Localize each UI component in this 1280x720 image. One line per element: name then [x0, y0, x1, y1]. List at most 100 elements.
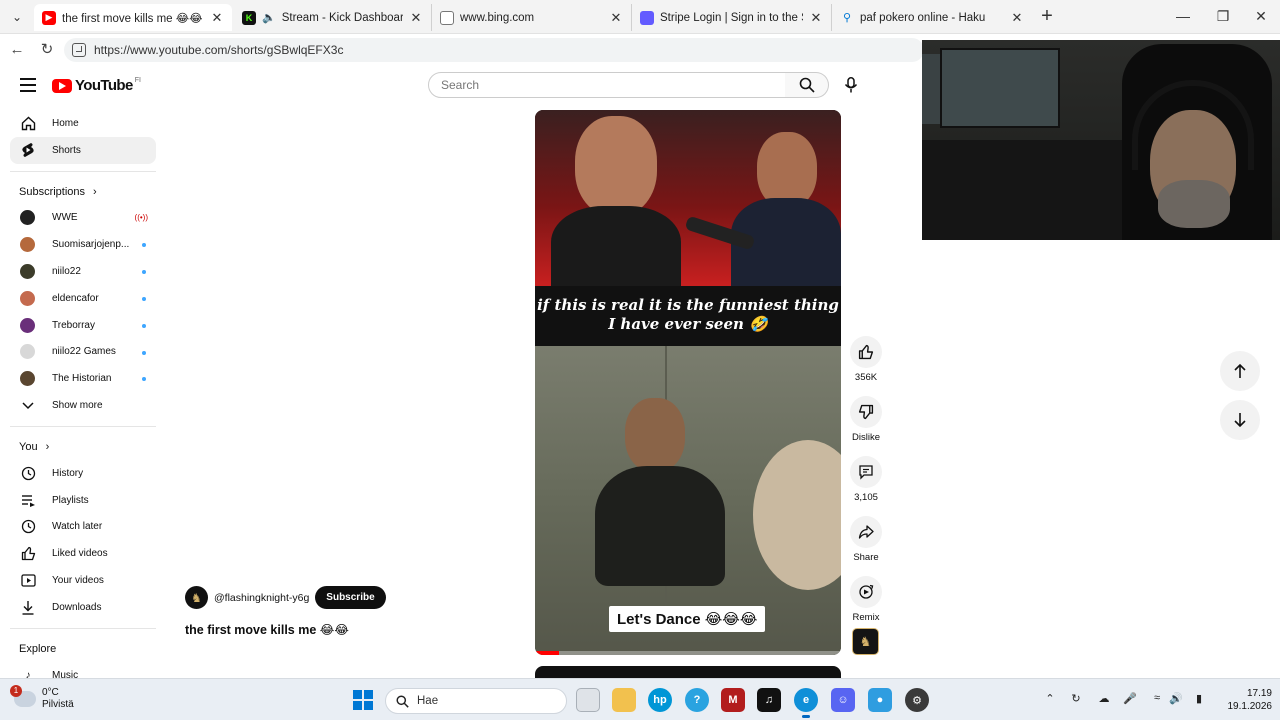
you-header[interactable]: You ›	[10, 434, 156, 460]
menu-icon[interactable]	[20, 78, 36, 92]
close-tab-icon[interactable]: ✕	[609, 10, 623, 26]
subscription-item[interactable]: eldencafor	[10, 285, 156, 312]
speaker-muted-icon[interactable]: 🔈	[262, 11, 276, 24]
short-video-player[interactable]: if this is real it is the funniest thing…	[535, 110, 841, 655]
new-tab-button[interactable]: +	[1036, 5, 1058, 27]
hp-icon[interactable]: hp	[648, 688, 672, 712]
tab-actions-chevron-icon[interactable]: ⌄	[6, 7, 28, 27]
subscription-item[interactable]: Treborray	[10, 312, 156, 339]
sidebar-item-liked-videos[interactable]: Liked videos	[10, 540, 156, 567]
restore-button[interactable]: ❐	[1206, 6, 1240, 26]
tab-kick[interactable]: K 🔈 Stream - Kick Dashboard ✕	[234, 4, 432, 31]
volume-icon[interactable]: 🔊	[1167, 692, 1185, 708]
subscription-item[interactable]: WWE ((•))	[10, 205, 156, 232]
share-button[interactable]: Share	[848, 516, 884, 563]
next-short-preview[interactable]	[535, 666, 841, 678]
video-overlay-text: if this is real it is the funniest thing…	[535, 286, 841, 346]
sidebar-item-downloads[interactable]: Downloads	[10, 594, 156, 621]
subscribe-button[interactable]: Subscribe	[315, 586, 386, 609]
channel-avatar[interactable]: ♞	[185, 586, 208, 609]
tab-bing[interactable]: www.bing.com ✕	[432, 4, 632, 31]
sync-icon[interactable]: ↻	[1067, 692, 1085, 708]
subscriptions-header[interactable]: Subscriptions ›	[10, 179, 156, 205]
like-button[interactable]: 356K	[848, 336, 884, 383]
stripe-icon	[640, 10, 654, 25]
sidebar-item-your-videos[interactable]: Your videos	[10, 567, 156, 594]
copilot-icon[interactable]: ?	[685, 688, 709, 712]
youtube-logo[interactable]: YouTube FI	[52, 77, 141, 94]
sidebar-item-history[interactable]: History	[10, 460, 156, 487]
subscription-item[interactable]: niilo22 Games	[10, 339, 156, 366]
avatar	[20, 264, 35, 280]
search-icon: ⚲	[842, 12, 852, 24]
sidebar-item-label: Your videos	[52, 575, 104, 587]
tab-youtube[interactable]: ▶ the first move kills me 😂😂 - YouTube ✕	[34, 4, 232, 31]
cloud-icon[interactable]: ☁	[1095, 692, 1113, 708]
remix-button[interactable]: Remix	[848, 576, 884, 623]
next-short-button[interactable]	[1220, 400, 1260, 440]
subscription-item[interactable]: Suomisarjojenp...	[10, 231, 156, 258]
search-icon	[799, 77, 815, 93]
chevron-up-icon[interactable]: ⌃	[1041, 692, 1059, 708]
subscription-item[interactable]: The Historian	[10, 365, 156, 392]
channel-name[interactable]: @flashingknight-y6g	[214, 592, 309, 604]
video-progress-fill	[535, 651, 560, 655]
your-videos-icon	[20, 573, 36, 589]
show-more-button[interactable]: Show more	[10, 392, 156, 419]
search-button[interactable]	[785, 72, 829, 98]
music-icon: ♪	[25, 669, 31, 678]
sidebar-item-label: Downloads	[52, 601, 102, 613]
close-window-button[interactable]: ✕	[1244, 6, 1278, 26]
sound-source-avatar[interactable]: ♞	[852, 628, 879, 655]
video-caption: Let's Dance 😂😂😂	[609, 606, 766, 632]
chevron-right-icon: ›	[45, 440, 50, 453]
notification-badge: 1	[10, 685, 22, 697]
clock[interactable]: 17.19 19.1.2026	[1212, 687, 1273, 713]
sidebar-item-playlists[interactable]: Playlists	[10, 487, 156, 514]
task-view-icon[interactable]	[576, 688, 600, 712]
voice-search-button[interactable]	[838, 72, 864, 98]
site-info-icon[interactable]	[72, 43, 86, 57]
section-title: Explore	[19, 642, 57, 655]
sidebar-item-music[interactable]: ♪ Music	[10, 662, 156, 678]
taskbar-search[interactable]: Hae	[385, 688, 567, 714]
region-code: FI	[134, 77, 141, 84]
dislike-button[interactable]: Dislike	[848, 396, 884, 443]
video-progress-bar[interactable]	[535, 651, 841, 655]
youtube-icon: ▶	[42, 10, 56, 25]
app-icon[interactable]: ●	[868, 688, 892, 712]
refresh-button[interactable]: ↻	[36, 39, 58, 61]
close-tab-icon[interactable]: ✕	[809, 10, 823, 26]
close-tab-icon[interactable]: ✕	[210, 10, 224, 26]
tab-search[interactable]: ⚲ paf pokero online - Haku ✕	[832, 4, 1032, 31]
dislike-label: Dislike	[852, 432, 880, 443]
tiktok-icon[interactable]: ♫	[757, 688, 781, 712]
close-tab-icon[interactable]: ✕	[1010, 10, 1024, 26]
taskbar-search-placeholder: Hae	[417, 695, 439, 707]
sidebar-item-shorts[interactable]: Shorts	[10, 136, 156, 164]
mcafee-icon[interactable]: M	[721, 688, 745, 712]
weather-widget[interactable]: 1 0°C Pilvistä	[10, 685, 74, 711]
comments-button[interactable]: 3,105	[848, 456, 884, 503]
tab-stripe[interactable]: Stripe Login | Sign in to the Stripe ✕	[632, 4, 832, 31]
start-button[interactable]	[353, 690, 373, 710]
edge-browser-icon[interactable]: e	[794, 688, 818, 718]
discord-icon[interactable]: ☺	[831, 688, 855, 712]
close-tab-icon[interactable]: ✕	[409, 10, 423, 26]
settings-icon[interactable]: ⚙	[905, 688, 929, 712]
wifi-icon[interactable]: ≈	[1148, 692, 1166, 708]
remix-icon	[850, 576, 882, 608]
minimize-button[interactable]: —	[1166, 6, 1200, 26]
sidebar-item-watch-later[interactable]: Watch later	[10, 514, 156, 541]
tab-title: paf pokero online - Haku	[860, 11, 986, 24]
share-label: Share	[853, 552, 879, 563]
previous-short-button[interactable]	[1220, 351, 1260, 391]
file-explorer-icon[interactable]	[612, 688, 636, 712]
url-field[interactable]: https://www.youtube.com/shorts/gSBwlqEFX…	[64, 38, 924, 62]
back-button[interactable]: ←	[6, 39, 28, 61]
search-input[interactable]: Search	[428, 72, 786, 98]
sidebar-item-home[interactable]: Home	[10, 110, 156, 137]
battery-icon[interactable]: ▮	[1190, 692, 1208, 708]
mic-icon[interactable]: 🎤	[1121, 692, 1139, 708]
subscription-item[interactable]: niilo22	[10, 258, 156, 285]
